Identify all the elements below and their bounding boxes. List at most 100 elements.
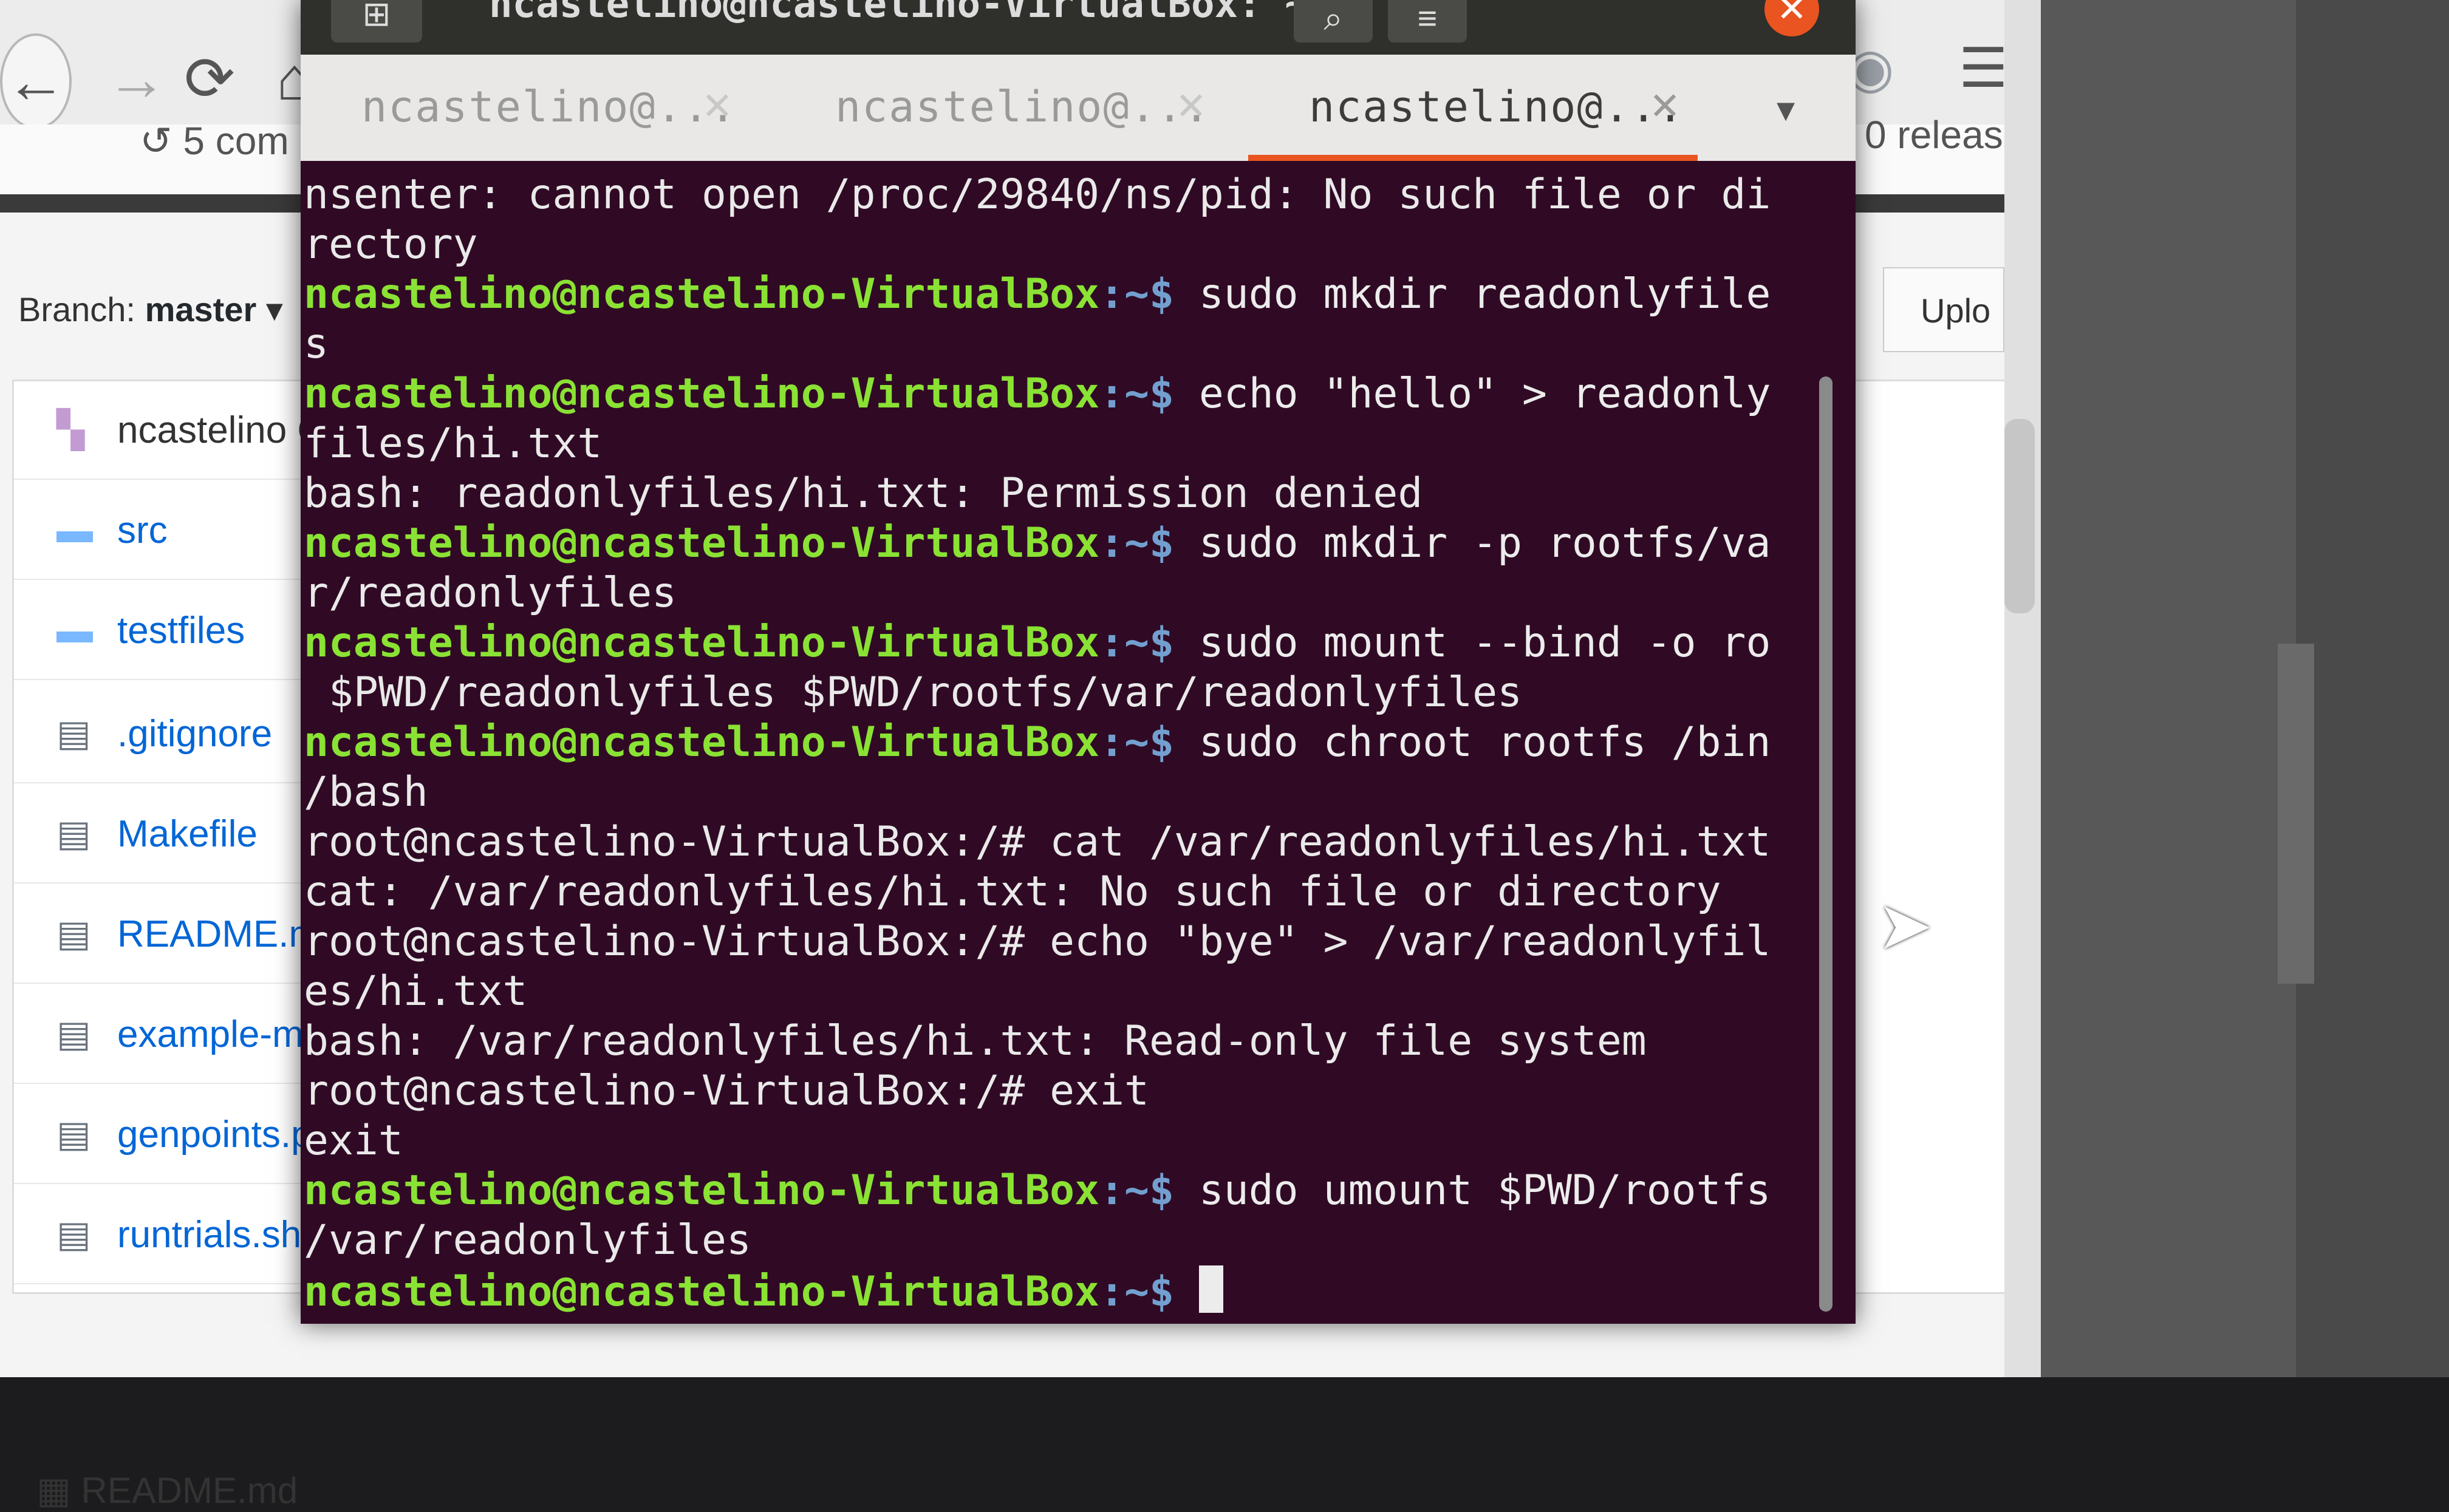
file-icon: ▤ xyxy=(56,1013,91,1054)
terminal-output-line: /var/readonlyfiles xyxy=(304,1216,1816,1265)
terminal-prompt-line: ncastelino@ncastelino-VirtualBox:~$ sudo… xyxy=(304,718,1816,768)
prompt-user: ncastelino@ncastelino-VirtualBox xyxy=(304,718,1100,766)
file-link[interactable]: .gitignore xyxy=(117,712,272,755)
terminal-output-line: root@ncastelino-VirtualBox:/# exit xyxy=(304,1066,1816,1116)
terminal-output-line: /bash xyxy=(304,768,1816,817)
command-text: sudo mkdir -p rootfs/va xyxy=(1173,519,1771,567)
mouse-pointer-icon: ➤ xyxy=(1877,888,1933,963)
close-window-button[interactable]: ✕ xyxy=(1764,0,1819,36)
output-text: /var/readonlyfiles xyxy=(304,1216,751,1264)
desktop-edge xyxy=(2041,0,2296,1377)
output-text: cat: /var/readonlyfiles/hi.txt: No such … xyxy=(304,868,1721,916)
file-link[interactable]: example-mu xyxy=(117,1013,324,1056)
prompt-path: :~$ xyxy=(1099,370,1174,418)
branch-selector[interactable]: Branch: master ▾ xyxy=(0,267,322,352)
file-icon: ▤ xyxy=(56,813,91,854)
terminal-output-line: s xyxy=(304,319,1816,369)
output-text: /bash xyxy=(304,768,428,816)
readme-title: README.md xyxy=(81,1470,298,1511)
book-icon: ▦ xyxy=(36,1470,81,1511)
prompt-user: ncastelino@ncastelino-VirtualBox xyxy=(304,619,1100,667)
prompt-path: :~$ xyxy=(1099,519,1174,567)
terminal-output-line: $PWD/readonlyfiles $PWD/rootfs/var/reado… xyxy=(304,668,1816,718)
output-text: bash: /var/readonlyfiles/hi.txt: Read-on… xyxy=(304,1017,1647,1065)
output-text: $PWD/readonlyfiles $PWD/rootfs/var/reado… xyxy=(304,669,1523,717)
folder-icon: ▬ xyxy=(56,509,93,550)
file-link[interactable]: Makefile xyxy=(117,812,258,856)
hamburger-icon: ☰ xyxy=(1959,38,2008,99)
file-icon: ▤ xyxy=(56,1214,91,1255)
output-text: files/hi.txt xyxy=(304,420,603,468)
terminal-prompt-line: ncastelino@ncastelino-VirtualBox:~$ sudo… xyxy=(304,519,1816,568)
tab-label: ncastelino@... xyxy=(1309,82,1685,132)
tab-label: ncastelino@... xyxy=(835,82,1211,132)
menu-button[interactable]: ≡ xyxy=(1388,0,1467,43)
browser-menu-button[interactable]: ☰ xyxy=(1959,36,2008,100)
reload-button[interactable]: ⟳ xyxy=(164,33,255,124)
prompt-user: ncastelino@ncastelino-VirtualBox xyxy=(304,270,1100,318)
command-text: sudo mount --bind -o ro xyxy=(1173,619,1771,667)
browser-scrollbar-thumb[interactable] xyxy=(2004,419,2035,613)
prompt-path: :~$ xyxy=(1099,1268,1174,1316)
prompt-path: :~$ xyxy=(1099,718,1174,766)
terminal-output-line: root@ncastelino-VirtualBox:/# cat /var/r… xyxy=(304,817,1816,867)
output-text: s xyxy=(304,320,329,368)
prompt-path: :~$ xyxy=(1099,1166,1174,1214)
terminal-output-line: nsenter: cannot open /proc/29840/ns/pid:… xyxy=(304,170,1816,220)
forward-arrow-icon: → xyxy=(106,45,167,113)
file-icon: ▤ xyxy=(56,1114,91,1154)
terminal-output-line: r/readonlyfiles xyxy=(304,568,1816,618)
upload-files-button[interactable]: Uplo xyxy=(1883,267,2004,352)
search-button[interactable]: ⌕ xyxy=(1294,0,1373,43)
output-text: root@ncastelino-VirtualBox:/# cat /var/r… xyxy=(304,818,1771,866)
browser-scrollbar[interactable] xyxy=(2004,0,2041,1377)
file-link[interactable]: genpoints.py xyxy=(117,1113,331,1156)
terminal-output-line: bash: readonlyfiles/hi.txt: Permission d… xyxy=(304,469,1816,519)
terminal-output-line: es/hi.txt xyxy=(304,967,1816,1017)
file-icon: ▤ xyxy=(56,713,91,754)
terminal-tab-2[interactable]: ncastelino@... ✕ xyxy=(774,55,1248,161)
new-tab-button[interactable]: ⊞ xyxy=(331,0,422,43)
folder-icon: ▬ xyxy=(56,610,93,650)
prompt-path: :~$ xyxy=(1099,619,1174,667)
reload-icon: ⟳ xyxy=(184,45,235,113)
command-text: sudo umount $PWD/rootfs xyxy=(1173,1166,1771,1214)
terminal-titlebar[interactable]: ⊞ ncastelino@ncastelino-VirtualBox: ~ ⌕ … xyxy=(301,0,1856,55)
terminal-prompt-line: ncastelino@ncastelino-VirtualBox:~$ sudo… xyxy=(304,618,1816,668)
output-text: rectory xyxy=(304,220,478,268)
tab-list-dropdown[interactable]: ▾ xyxy=(1777,88,1795,131)
prompt-user: ncastelino@ncastelino-VirtualBox xyxy=(304,519,1100,567)
close-tab-icon[interactable]: ✕ xyxy=(1649,84,1681,128)
terminal-output-line: root@ncastelino-VirtualBox:/# echo "bye"… xyxy=(304,917,1816,967)
back-button[interactable]: ← xyxy=(0,33,72,129)
file-link[interactable]: testfiles xyxy=(117,609,245,652)
commits-link[interactable]: ↺ 5 com xyxy=(140,118,289,164)
terminal-output[interactable]: nsenter: cannot open /proc/29840/ns/pid:… xyxy=(301,161,1819,1324)
terminal-prompt-line: ncastelino@ncastelino-VirtualBox:~$ xyxy=(304,1265,1816,1316)
output-text: exit xyxy=(304,1117,403,1165)
terminal-scrollbar[interactable] xyxy=(1819,376,1832,1312)
prompt-user: ncastelino@ncastelino-VirtualBox xyxy=(304,1268,1100,1316)
window-title: ncastelino@ncastelino-VirtualBox: ~ xyxy=(489,0,1308,27)
command-text: echo "hello" > readonly xyxy=(1173,370,1771,418)
terminal-prompt-line: ncastelino@ncastelino-VirtualBox:~$ sudo… xyxy=(304,1166,1816,1216)
output-text: r/readonlyfiles xyxy=(304,569,677,617)
tab-label: ncastelino@... xyxy=(361,82,737,132)
terminal-output-line: exit xyxy=(304,1116,1816,1166)
terminal-tab-3[interactable]: ncastelino@... ✕ xyxy=(1248,55,1722,161)
file-icon: ▤ xyxy=(56,913,91,954)
terminal-tab-1[interactable]: ncastelino@... ✕ xyxy=(301,55,774,161)
output-text: nsenter: cannot open /proc/29840/ns/pid:… xyxy=(304,171,1771,219)
releases-link[interactable]: 0 releas xyxy=(1865,112,2003,157)
terminal-prompt-line: ncastelino@ncastelino-VirtualBox:~$ echo… xyxy=(304,369,1816,419)
close-tab-icon[interactable]: ✕ xyxy=(1175,84,1207,128)
command-text xyxy=(1174,1268,1199,1316)
file-link[interactable]: README.m xyxy=(117,913,320,956)
close-tab-icon[interactable]: ✕ xyxy=(702,84,733,128)
file-link[interactable]: runtrials.sh xyxy=(117,1213,301,1256)
prompt-path: :~$ xyxy=(1099,270,1174,318)
file-link[interactable]: src xyxy=(117,509,168,552)
command-text: sudo chroot rootfs /bin xyxy=(1173,718,1771,766)
commit-author[interactable]: ncastelino C xyxy=(117,409,324,452)
branch-value: master xyxy=(145,290,257,329)
